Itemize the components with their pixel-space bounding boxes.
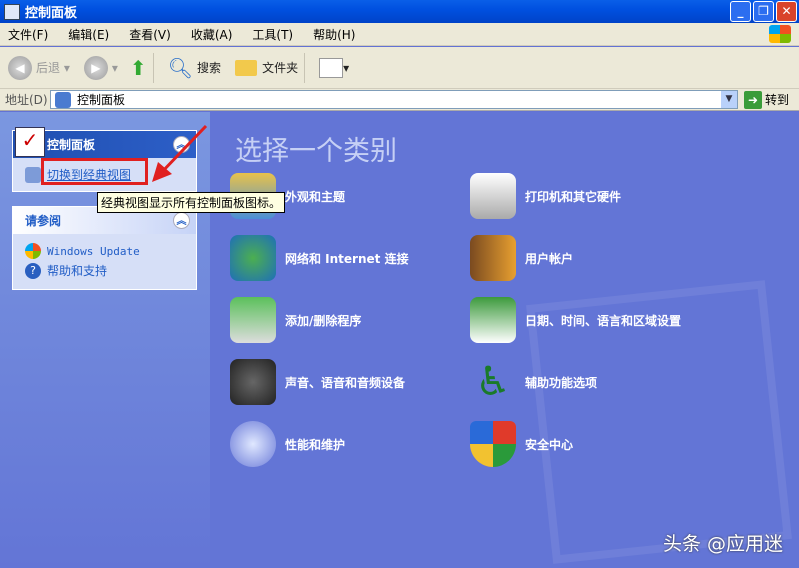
category-label: 添加/删除程序: [285, 313, 362, 328]
category-label: 性能和维护: [285, 437, 346, 452]
category-label: 用户帐户: [525, 251, 574, 266]
annotation-arrow-icon: [152, 124, 208, 182]
category-label: 辅助功能选项: [525, 375, 598, 390]
accessibility-icon: ♿: [475, 359, 511, 405]
search-icon: 🔍︎: [167, 55, 194, 80]
views-icon: [319, 57, 344, 78]
category-label: 外观和主题: [285, 189, 346, 204]
windows-update-icon: [25, 243, 41, 259]
menu-view[interactable]: 查看(V): [129, 26, 171, 43]
go-label: 转到: [765, 93, 790, 107]
see-also-title: 请参阅: [25, 214, 62, 228]
search-label: 搜索: [197, 61, 222, 75]
classic-view-icon: [25, 166, 41, 183]
main-content: 选择一个类别 外观和主题 打印机和其它硬件 网络和 Internet 连接 用户…: [210, 112, 799, 568]
menu-bar: 文件(F) 编辑(E) 查看(V) 收藏(A) 工具(T) 帮助(H): [0, 23, 799, 46]
checklist-icon: ✓: [15, 127, 45, 157]
tooltip: 经典视图显示所有控制面板图标。: [97, 192, 286, 213]
folders-label: 文件夹: [262, 61, 299, 75]
control-panel-icon: [4, 3, 20, 20]
collapse-icon[interactable]: ︽: [173, 212, 190, 229]
address-bar: 地址(D) 控制面板 ▼ ➜ 转到: [0, 89, 799, 111]
back-label: 后退: [36, 61, 61, 75]
category-sound[interactable]: 声音、语音和音频设备: [230, 359, 405, 405]
address-label: 地址(D): [5, 93, 48, 107]
maximize-button[interactable]: ❐: [753, 1, 774, 22]
help-support-link[interactable]: ? 帮助和支持: [13, 262, 196, 282]
menu-favorites[interactable]: 收藏(A): [191, 26, 233, 43]
page-heading: 选择一个类别: [235, 136, 397, 167]
date-time-icon: [470, 297, 516, 343]
category-network[interactable]: 网络和 Internet 连接: [230, 235, 409, 281]
title-bar: 控制面板 _ ❐ ✕: [0, 0, 799, 23]
views-button[interactable]: ▾: [319, 57, 349, 78]
category-date-time[interactable]: 日期、时间、语言和区域设置: [470, 297, 681, 343]
network-icon: [230, 235, 276, 281]
sound-icon: [230, 359, 276, 405]
minimize-button[interactable]: _: [730, 1, 751, 22]
panel-title: 控制面板: [47, 138, 96, 152]
category-label: 打印机和其它硬件: [525, 189, 622, 204]
see-also-box: 请参阅 ︽ Windows Update ? 帮助和支持: [12, 206, 197, 290]
category-performance[interactable]: 性能和维护: [230, 421, 345, 467]
users-icon: [470, 235, 516, 281]
category-label: 安全中心: [525, 437, 574, 452]
forward-arrow-icon: ▶: [83, 55, 108, 80]
back-arrow-icon: ◀: [8, 55, 32, 80]
shield-icon: [470, 421, 516, 467]
highlight-box: [41, 158, 148, 185]
go-arrow-icon: ➜: [744, 90, 762, 109]
menu-help[interactable]: 帮助(H): [313, 26, 355, 43]
toolbar-separator: [152, 52, 154, 83]
category-printers[interactable]: 打印机和其它硬件: [470, 173, 621, 219]
close-button[interactable]: ✕: [776, 1, 797, 22]
category-security-center[interactable]: 安全中心: [470, 421, 573, 467]
menu-edit[interactable]: 编辑(E): [68, 26, 109, 43]
category-add-remove[interactable]: 添加/删除程序: [230, 297, 361, 343]
category-label: 网络和 Internet 连接: [285, 251, 409, 266]
add-remove-icon: [230, 297, 276, 343]
help-icon: ?: [25, 262, 41, 279]
windows-update-label: Windows Update: [47, 244, 140, 258]
address-value: 控制面板: [77, 93, 126, 107]
dropdown-arrow-icon[interactable]: ▼: [721, 91, 737, 108]
go-button[interactable]: ➜ 转到: [744, 90, 790, 109]
up-folder-icon: ⬆: [129, 55, 147, 80]
up-folder-button[interactable]: ⬆: [130, 56, 147, 80]
toolbar-separator: [304, 52, 306, 83]
category-label: 日期、时间、语言和区域设置: [525, 313, 682, 328]
address-input[interactable]: 控制面板 ▼: [50, 90, 738, 109]
forward-button[interactable]: ▶ ▾: [83, 55, 118, 80]
performance-icon: [230, 421, 276, 467]
toolbar: ◀ 后退 ▾ ▶ ▾ ⬆ 🔍︎ 搜索 文件夹 ▾: [0, 47, 799, 89]
menu-file[interactable]: 文件(F): [8, 26, 48, 43]
category-label: 声音、语音和音频设备: [285, 375, 406, 390]
help-support-label: 帮助和支持: [47, 264, 108, 278]
folder-icon: [235, 59, 258, 76]
watermark: 头条 @应用迷: [662, 533, 783, 555]
control-panel-icon: [55, 91, 71, 108]
category-user-accounts[interactable]: 用户帐户: [470, 235, 573, 281]
back-button[interactable]: ◀ 后退 ▾: [8, 55, 70, 80]
windows-logo-icon: [769, 25, 791, 43]
window-title: 控制面板: [25, 6, 78, 21]
printer-icon: [470, 173, 516, 219]
windows-update-link[interactable]: Windows Update: [13, 240, 196, 262]
category-accessibility[interactable]: ♿ 辅助功能选项: [470, 359, 597, 405]
menu-tools[interactable]: 工具(T): [252, 26, 293, 43]
folders-button[interactable]: 文件夹: [235, 59, 298, 76]
search-button[interactable]: 🔍︎ 搜索: [168, 56, 221, 80]
